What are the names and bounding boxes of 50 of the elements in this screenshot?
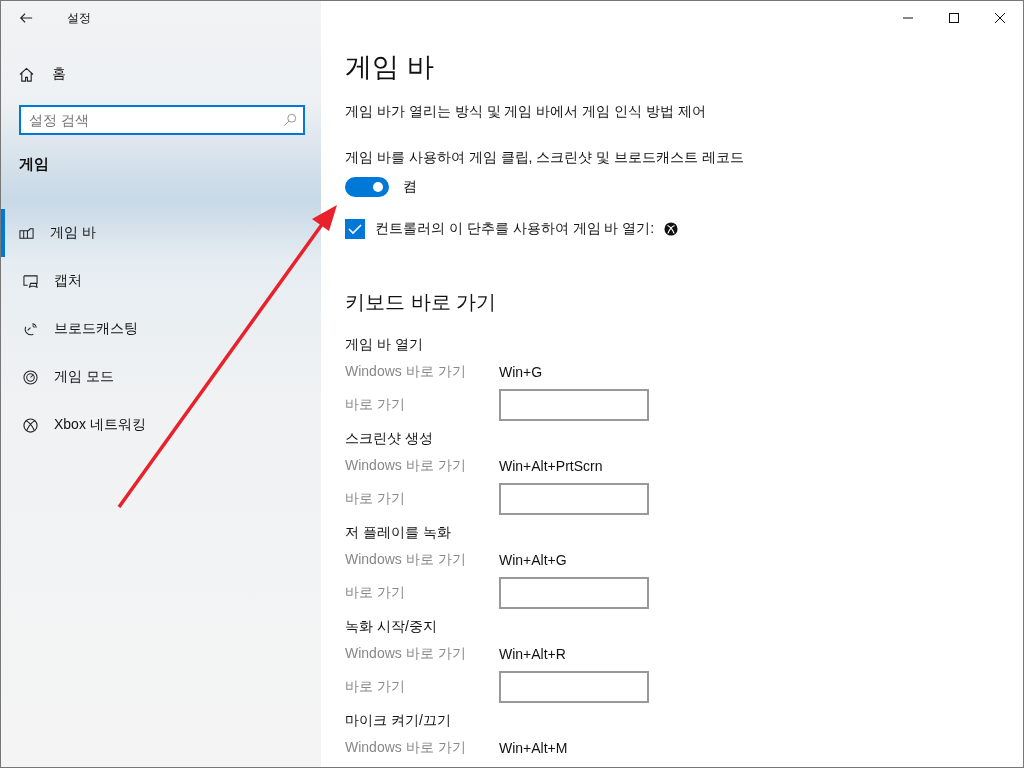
shortcut-input[interactable] (499, 577, 649, 609)
shortcut-title: 저 플레이를 녹화 (345, 524, 452, 542)
shortcut-title: 스크린샷 생성 (345, 430, 434, 448)
checkbox-label: 컨트롤러의 이 단추를 사용하여 게임 바 열기: (375, 220, 655, 238)
nav-item[interactable]: Xbox 네트워킹 (1, 401, 321, 449)
shortcut-label: 바로 가기 (345, 396, 406, 414)
shortcut-value: Win+Alt+PrtScrn (499, 458, 603, 474)
capture-icon (23, 273, 38, 289)
shortcut-input[interactable] (499, 483, 649, 515)
xbox-icon (664, 222, 679, 236)
home-link[interactable]: 홈 (1, 35, 321, 91)
section-title: 키보드 바로 가기 (345, 290, 498, 315)
close-icon[interactable] (995, 13, 1005, 23)
maximize-icon[interactable] (949, 13, 959, 23)
shortcut-value: Win+G (499, 364, 543, 380)
nav-item[interactable]: 브로드캐스팅 (1, 305, 321, 353)
shortcut-label: 바로 가기 (345, 584, 406, 602)
xbox-icon (23, 417, 38, 433)
page-description: 게임 바가 열리는 방식 및 게임 바에서 게임 인식 방법 제어 (345, 103, 707, 121)
home-icon (19, 66, 34, 82)
section-heading: 게임 (18, 154, 50, 174)
toggle-state: 켬 (403, 178, 417, 196)
search-icon (283, 113, 297, 127)
search-field[interactable]: 설정 검색 (19, 105, 305, 135)
toggle-label: 게임 바를 사용하여 게임 클립, 스크린샷 및 브로드캐스트 레코드 (345, 149, 745, 167)
shortcut-value: Win+Alt+G (499, 552, 567, 568)
shortcut-input[interactable] (499, 671, 649, 703)
nav-item[interactable]: 캡처 (1, 257, 321, 305)
shortcut-label: Windows 바로 가기 (345, 457, 467, 475)
window-title: 설정 (67, 9, 91, 27)
shortcut-value: Win+Alt+M (499, 740, 568, 756)
shortcut-title: 녹화 시작/중지 (345, 618, 438, 636)
back-arrow-icon[interactable] (19, 11, 33, 25)
shortcut-label: 바로 가기 (345, 678, 406, 696)
toggle-switch[interactable] (345, 177, 389, 197)
shortcut-input[interactable] (499, 389, 649, 421)
shortcut-title: 마이크 켜기/끄기 (345, 712, 452, 730)
shortcut-label: Windows 바로 가기 (345, 363, 467, 381)
shortcut-label: Windows 바로 가기 (345, 645, 467, 663)
gauge-icon (23, 369, 38, 385)
shortcut-label: Windows 바로 가기 (345, 551, 467, 569)
shortcut-value: Win+Alt+R (499, 646, 566, 662)
broadcast-icon (23, 321, 38, 337)
shortcut-title: 게임 바 열기 (345, 336, 424, 354)
gamebar-icon (19, 225, 34, 241)
shortcut-label: Windows 바로 가기 (345, 739, 467, 757)
page-title: 게임 바 (345, 51, 435, 84)
nav-item[interactable]: 게임 모드 (1, 353, 321, 401)
checkbox[interactable] (345, 219, 365, 239)
shortcut-label: 바로 가기 (345, 490, 406, 508)
